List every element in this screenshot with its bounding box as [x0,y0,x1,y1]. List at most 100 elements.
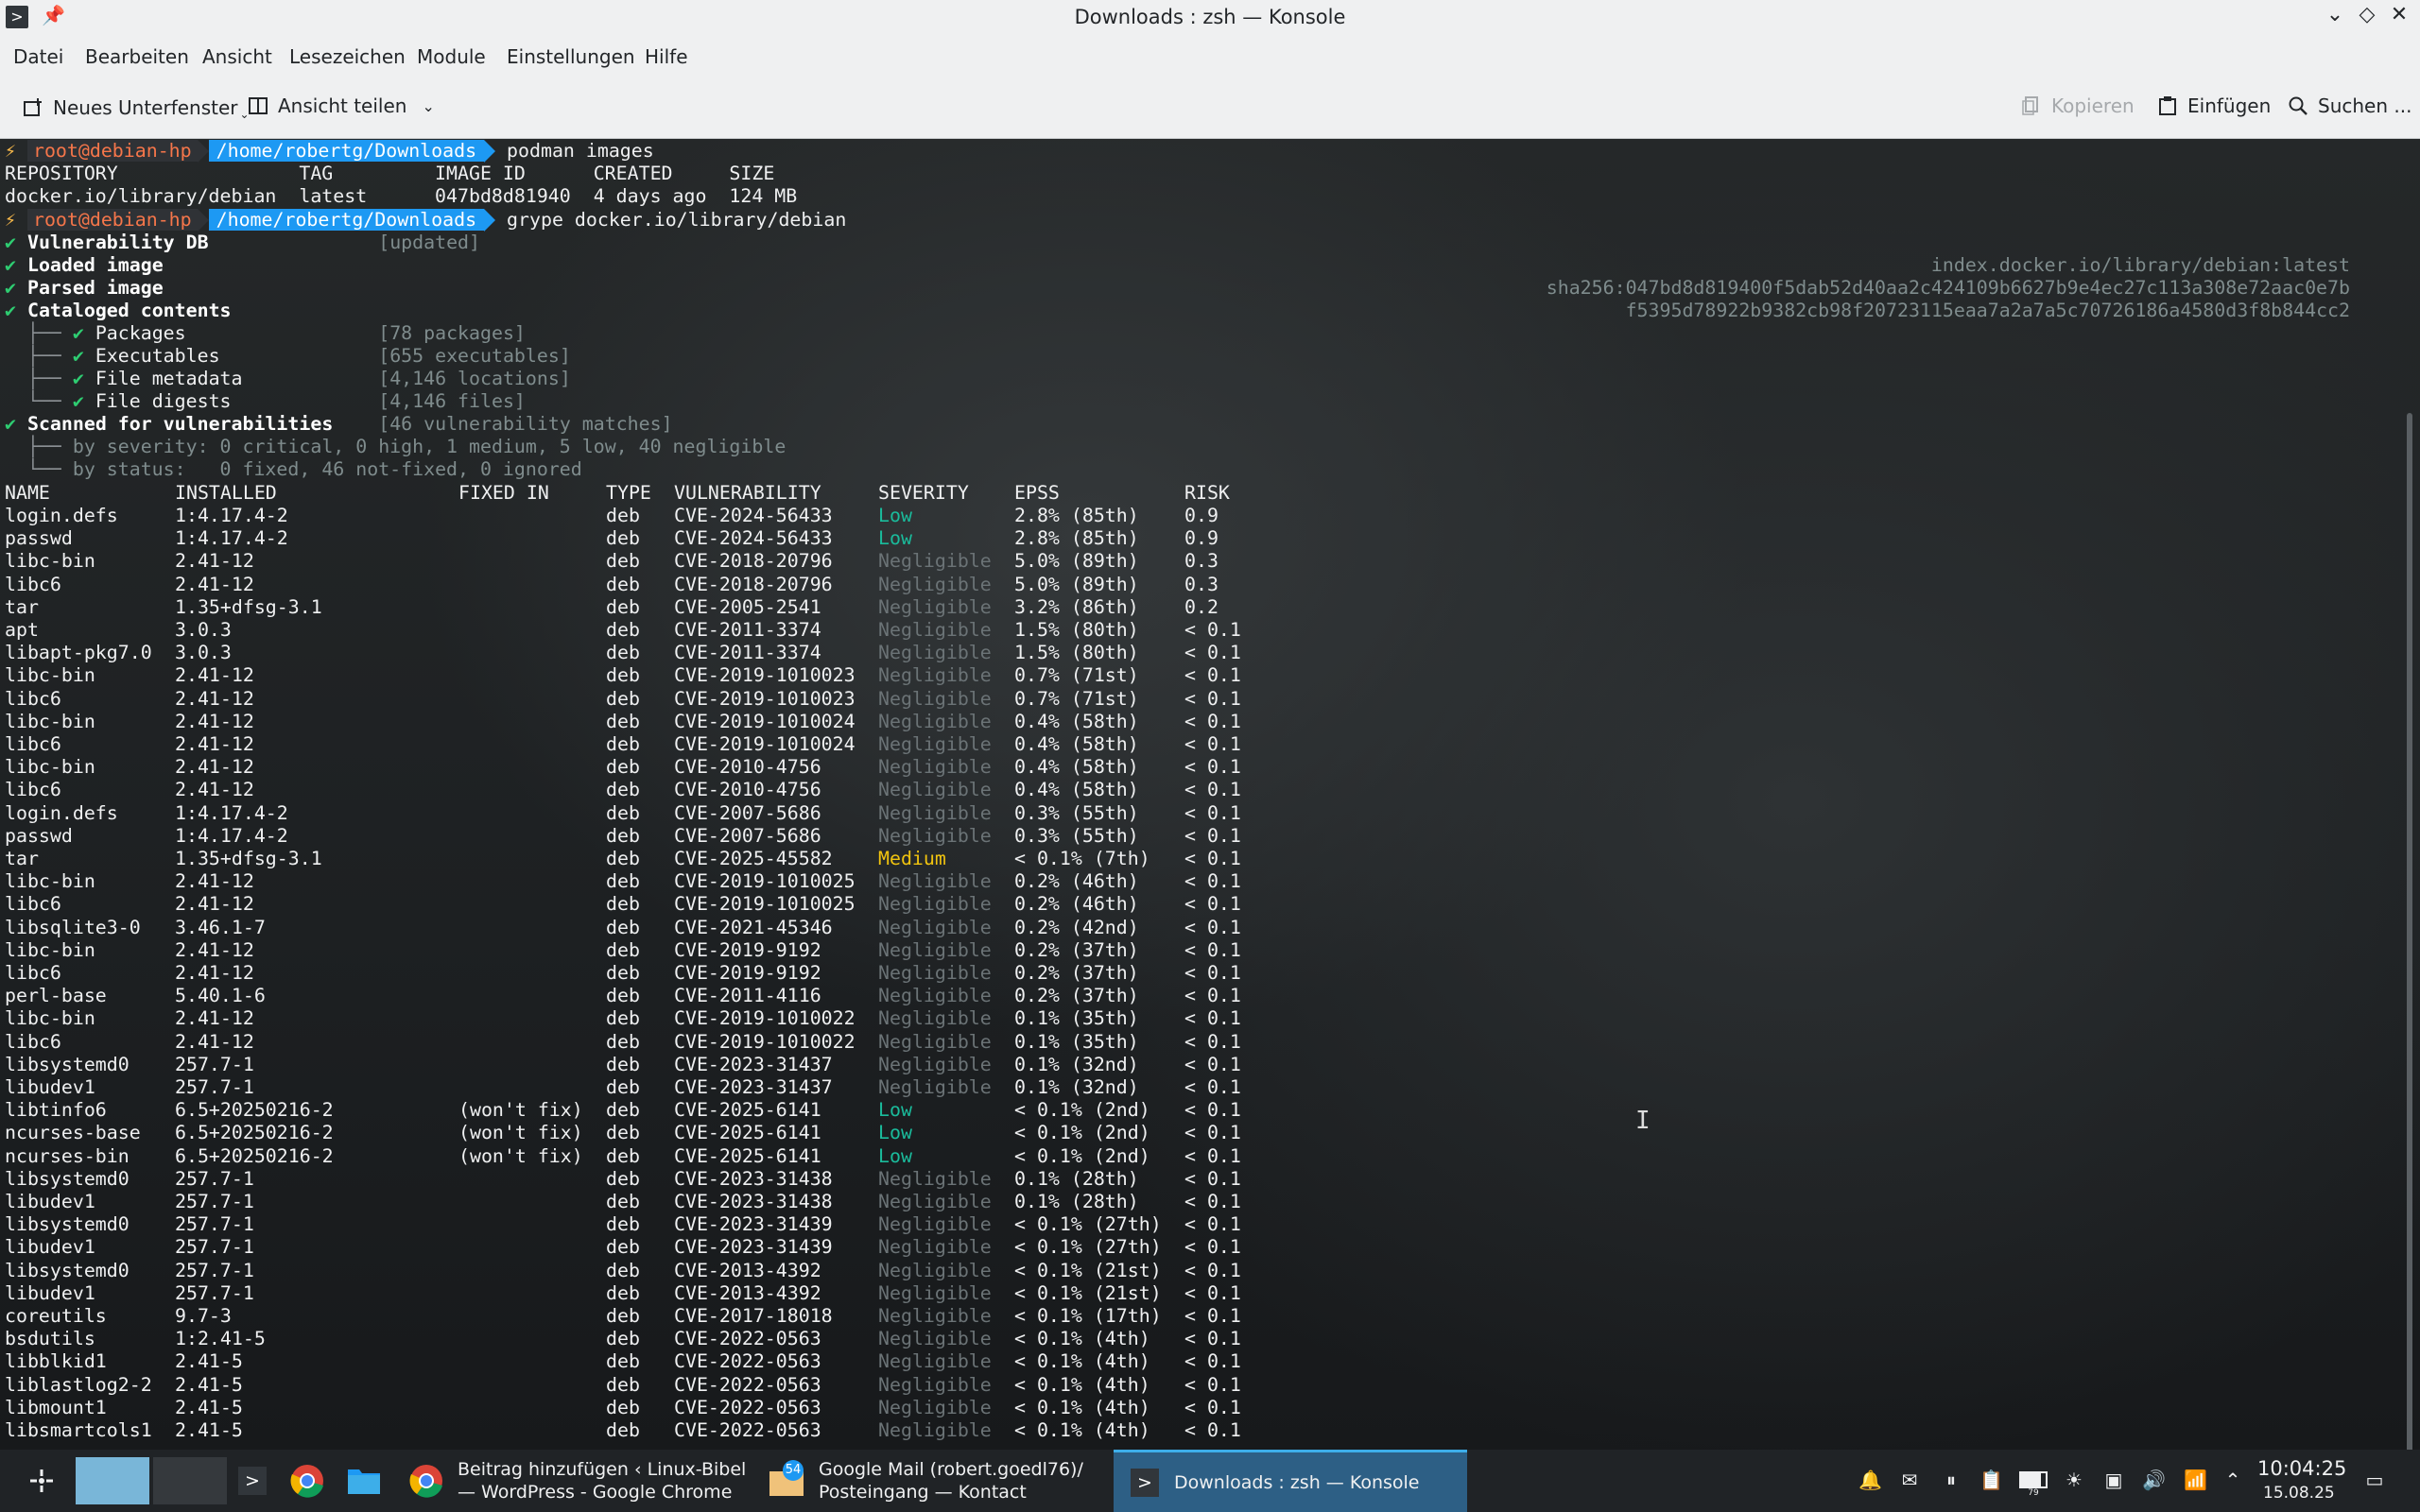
table-row: libsmartcols1 2.41-5 deb CVE-2022-0563 Negli… [5,1419,1275,1442]
table-row: libc-bin 2.41-12 deb CVE-2019-1010025 Neglig… [5,870,1275,893]
status-line: ✔ Scanned for vulnerabilities [46 vulner… [5,413,673,435]
show-desktop-icon[interactable]: ▭ [2363,1469,2386,1491]
catalog-line: ├── ✔ File metadata [4,146 locations] [5,368,571,389]
menu-datei[interactable]: Datei [13,45,63,68]
table-cell: Negligible [878,1053,992,1075]
table-cell: deb [606,1350,640,1373]
menu-einstellungen[interactable]: Einstellungen [507,45,635,68]
app-launcher-icon[interactable] [26,1450,64,1512]
volume-icon[interactable]: 🔊 [2142,1469,2166,1491]
table-cell: CVE-2022-0563 [674,1328,821,1350]
chrome-launcher-icon[interactable] [289,1450,327,1512]
table-row: libc6 2.41-12 deb CVE-2019-9192 Negligible 0.… [5,962,1275,985]
text-cursor-icon: I [1635,1107,1651,1135]
table-row: libudev1 257.7-1 deb CVE-2023-31437 Negligib… [5,1076,1275,1099]
table-cell: Negligible [878,1167,992,1190]
files-launcher-icon[interactable] [346,1450,384,1512]
table-row: libc6 2.41-12 deb CVE-2010-4756 Negligible 0.… [5,779,1275,801]
table-cell: < 0.1% (4th) [1014,1350,1150,1373]
table-cell: CVE-2025-45582 [674,848,833,869]
table-row: libudev1 257.7-1 deb CVE-2023-31438 Negligib… [5,1191,1275,1213]
table-cell: < 0.1 [1184,962,1241,984]
table-cell: 2.41-12 [175,573,254,595]
pager-desktop-2[interactable] [153,1450,227,1512]
table-cell: deb [606,848,640,869]
table-row: tar 1.35+dfsg-3.1 deb CVE-2025-45582 Medium <… [5,848,1275,870]
wifi-icon[interactable]: 📶 [2184,1469,2207,1491]
notifications-icon[interactable]: 🔔 [1858,1469,1882,1491]
minimize-icon[interactable]: ⌄ [2322,3,2348,26]
menu-ansicht[interactable]: Ansicht [202,45,272,68]
table-cell: CVE-2007-5686 [674,801,821,824]
table-cell: deb [606,1328,640,1350]
terminal-view[interactable]: ⚡ root@debian-hp/home/robertg/Downloads … [0,139,2420,1450]
copy-button[interactable]: Kopieren [2021,94,2135,117]
table-cell: < 0.1% (21st) [1014,1281,1162,1304]
table-row: libc-bin 2.41-12 deb CVE-2019-1010023 Neglig… [5,664,1275,687]
table-cell: CVE-2019-1010025 [674,870,856,893]
table-cell: deb [606,1213,640,1236]
mail-icon[interactable]: ✉ [1898,1469,1921,1491]
table-cell: 2.41-12 [175,1030,254,1053]
table-cell: CVE-2025-6141 [674,1099,821,1122]
clock-date[interactable]: 15.08.25 [2263,1484,2335,1503]
table-cell: 2.41-12 [175,710,254,732]
battery-icon[interactable]: 79 [2019,1469,2048,1498]
table-cell: < 0.1 [1184,1350,1241,1373]
table-cell: Negligible [878,1419,992,1441]
table-cell: deb [606,1053,640,1075]
maximize-icon[interactable]: ◇ [2354,3,2380,26]
brightness-icon[interactable]: ☀ [2063,1469,2085,1491]
task-chrome[interactable]: Beitrag hinzufügen ‹ Linux-Bibel — WordPr… [403,1450,752,1512]
status-summary: └── by status: 0 fixed, 46 not-fixed, 0 … [5,458,582,480]
table-cell: Negligible [878,1259,992,1281]
table-cell: deb [606,527,640,550]
menu-module[interactable]: Module [417,45,486,68]
find-button[interactable]: Suchen ... [2288,94,2411,117]
split-view-button[interactable]: Ansicht teilen ⌄ [248,94,435,117]
table-cell: 2.41-12 [175,687,254,710]
clipboard-icon[interactable]: 📋 [1979,1469,2003,1491]
paste-button[interactable]: Einfügen [2157,94,2271,117]
table-cell: 0.4% (58th) [1014,779,1139,801]
new-tab-button[interactable]: Neues Unterfenster ⌄ [23,94,250,121]
scrollbar[interactable] [2407,413,2412,1450]
menu-hilfe[interactable]: Hilfe [645,45,688,68]
konsole-launcher-icon[interactable]: > [238,1450,276,1512]
menu-bar: Datei Bearbeiten Ansicht Lesezeichen Mod… [0,36,2420,79]
media-pause-icon[interactable]: ⏸ [1940,1469,1962,1491]
table-cell: CVE-2023-31437 [674,1053,833,1075]
new-tab-label: Neues Unterfenster [53,96,238,119]
table-cell: Negligible [878,573,992,595]
table-cell: apt [5,619,39,641]
table-row: perl-base 5.40.1-6 deb CVE-2011-4116 Negligi… [5,985,1275,1007]
menu-lesezeichen[interactable]: Lesezeichen [289,45,406,68]
menu-bearbeiten[interactable]: Bearbeiten [85,45,189,68]
column-header: VULNERABILITY [674,482,821,504]
table-row: coreutils 9.7-3 deb CVE-2017-18018 Negligibl… [5,1305,1275,1328]
device-icon[interactable]: ▣ [2102,1469,2125,1491]
task-kontact[interactable]: 54 Google Mail (robert.goedl76)/Posteing… [762,1450,1112,1512]
pager-desktop-1[interactable] [76,1450,151,1512]
table-cell: 0.1% (28th) [1014,1191,1139,1212]
bolt-icon: ⚡ [5,209,16,231]
table-cell: libc-bin [5,664,95,687]
table-cell: 1:2.41-5 [175,1328,266,1350]
table-cell: CVE-2019-9192 [674,962,821,984]
table-cell: 6.5+20250216-2 [175,1144,334,1167]
table-cell: < 0.1 [1184,824,1241,847]
table-cell: 2.41-12 [175,664,254,687]
close-icon[interactable]: ✕ [2386,3,2412,26]
table-cell: CVE-2023-31438 [674,1167,833,1190]
table-cell: CVE-2010-4756 [674,756,821,779]
table-cell: libsystemd0 [5,1053,130,1075]
clock-time[interactable]: 10:04:25 [2257,1457,2346,1480]
task-konsole-active[interactable]: > Downloads : zsh — Konsole [1114,1450,1467,1512]
table-cell: < 0.1 [1184,1373,1241,1396]
table-cell: < 0.1 [1184,1191,1241,1212]
tray-expand-icon[interactable]: ⌃ [2221,1469,2244,1491]
table-row: libc-bin 2.41-12 deb CVE-2010-4756 Negligibl… [5,756,1275,779]
table-cell: CVE-2018-20796 [674,573,833,595]
table-cell: 0.3 [1184,573,1219,595]
table-cell: Negligible [878,779,992,801]
